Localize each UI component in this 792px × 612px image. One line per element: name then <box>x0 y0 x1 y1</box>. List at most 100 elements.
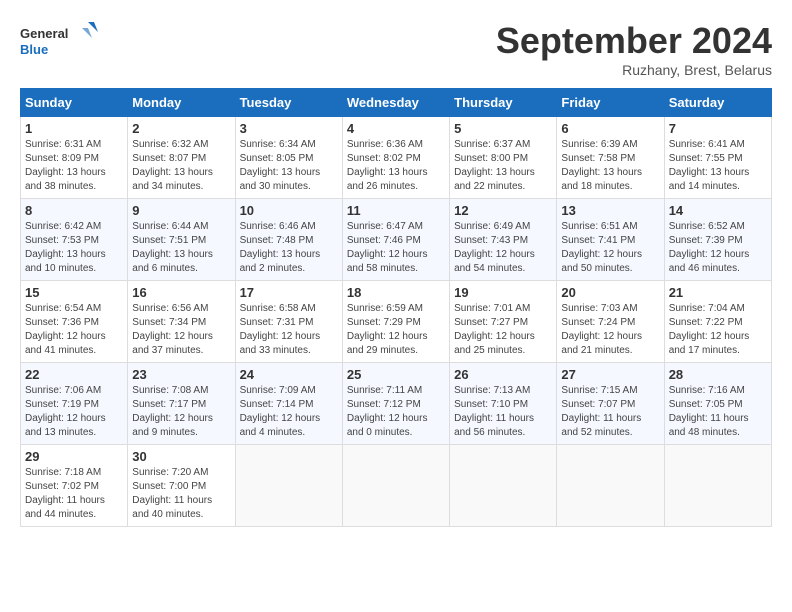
day-number: 15 <box>25 285 123 300</box>
day-info: Sunrise: 6:31 AM Sunset: 8:09 PM Dayligh… <box>25 138 123 194</box>
calendar-day-cell: 6 Sunrise: 6:39 AM Sunset: 7:58 PM Dayli… <box>557 117 664 199</box>
day-info: Sunrise: 6:52 AM Sunset: 7:39 PM Dayligh… <box>669 220 767 276</box>
day-info: Sunrise: 6:47 AM Sunset: 7:46 PM Dayligh… <box>347 220 445 276</box>
calendar-day-cell: 8 Sunrise: 6:42 AM Sunset: 7:53 PM Dayli… <box>21 199 128 281</box>
day-info: Sunrise: 6:49 AM Sunset: 7:43 PM Dayligh… <box>454 220 552 276</box>
calendar-day-cell: 4 Sunrise: 6:36 AM Sunset: 8:02 PM Dayli… <box>342 117 449 199</box>
calendar-day-cell <box>450 445 557 527</box>
calendar-week-row: 8 Sunrise: 6:42 AM Sunset: 7:53 PM Dayli… <box>21 199 772 281</box>
col-saturday: Saturday <box>664 89 771 117</box>
calendar-header-row: Sunday Monday Tuesday Wednesday Thursday… <box>21 89 772 117</box>
day-number: 24 <box>240 367 338 382</box>
day-info: Sunrise: 7:06 AM Sunset: 7:19 PM Dayligh… <box>25 384 123 440</box>
day-info: Sunrise: 6:56 AM Sunset: 7:34 PM Dayligh… <box>132 302 230 358</box>
day-info: Sunrise: 7:15 AM Sunset: 7:07 PM Dayligh… <box>561 384 659 440</box>
col-wednesday: Wednesday <box>342 89 449 117</box>
day-info: Sunrise: 6:37 AM Sunset: 8:00 PM Dayligh… <box>454 138 552 194</box>
calendar-day-cell <box>664 445 771 527</box>
calendar-day-cell: 17 Sunrise: 6:58 AM Sunset: 7:31 PM Dayl… <box>235 281 342 363</box>
day-info: Sunrise: 7:13 AM Sunset: 7:10 PM Dayligh… <box>454 384 552 440</box>
day-number: 18 <box>347 285 445 300</box>
day-info: Sunrise: 7:18 AM Sunset: 7:02 PM Dayligh… <box>25 466 123 522</box>
calendar-day-cell: 11 Sunrise: 6:47 AM Sunset: 7:46 PM Dayl… <box>342 199 449 281</box>
calendar-day-cell: 21 Sunrise: 7:04 AM Sunset: 7:22 PM Dayl… <box>664 281 771 363</box>
day-number: 28 <box>669 367 767 382</box>
day-info: Sunrise: 6:41 AM Sunset: 7:55 PM Dayligh… <box>669 138 767 194</box>
page-header: General Blue September 2024 Ruzhany, Bre… <box>20 20 772 78</box>
day-number: 12 <box>454 203 552 218</box>
calendar-day-cell <box>235 445 342 527</box>
day-number: 14 <box>669 203 767 218</box>
day-number: 25 <box>347 367 445 382</box>
day-number: 5 <box>454 121 552 136</box>
day-number: 4 <box>347 121 445 136</box>
day-number: 16 <box>132 285 230 300</box>
day-number: 2 <box>132 121 230 136</box>
col-thursday: Thursday <box>450 89 557 117</box>
calendar-day-cell: 22 Sunrise: 7:06 AM Sunset: 7:19 PM Dayl… <box>21 363 128 445</box>
day-info: Sunrise: 7:04 AM Sunset: 7:22 PM Dayligh… <box>669 302 767 358</box>
day-number: 21 <box>669 285 767 300</box>
day-number: 8 <box>25 203 123 218</box>
title-area: September 2024 Ruzhany, Brest, Belarus <box>496 20 772 78</box>
calendar-week-row: 15 Sunrise: 6:54 AM Sunset: 7:36 PM Dayl… <box>21 281 772 363</box>
day-info: Sunrise: 7:08 AM Sunset: 7:17 PM Dayligh… <box>132 384 230 440</box>
calendar-day-cell <box>342 445 449 527</box>
day-number: 10 <box>240 203 338 218</box>
svg-text:Blue: Blue <box>20 42 48 57</box>
day-info: Sunrise: 6:54 AM Sunset: 7:36 PM Dayligh… <box>25 302 123 358</box>
calendar-day-cell: 18 Sunrise: 6:59 AM Sunset: 7:29 PM Dayl… <box>342 281 449 363</box>
calendar-day-cell: 9 Sunrise: 6:44 AM Sunset: 7:51 PM Dayli… <box>128 199 235 281</box>
day-info: Sunrise: 6:44 AM Sunset: 7:51 PM Dayligh… <box>132 220 230 276</box>
calendar-day-cell: 10 Sunrise: 6:46 AM Sunset: 7:48 PM Dayl… <box>235 199 342 281</box>
calendar-table: Sunday Monday Tuesday Wednesday Thursday… <box>20 88 772 527</box>
day-number: 9 <box>132 203 230 218</box>
day-info: Sunrise: 7:20 AM Sunset: 7:00 PM Dayligh… <box>132 466 230 522</box>
location-subtitle: Ruzhany, Brest, Belarus <box>496 62 772 78</box>
day-number: 29 <box>25 449 123 464</box>
calendar-day-cell: 29 Sunrise: 7:18 AM Sunset: 7:02 PM Dayl… <box>21 445 128 527</box>
calendar-day-cell: 14 Sunrise: 6:52 AM Sunset: 7:39 PM Dayl… <box>664 199 771 281</box>
calendar-day-cell: 5 Sunrise: 6:37 AM Sunset: 8:00 PM Dayli… <box>450 117 557 199</box>
calendar-day-cell: 30 Sunrise: 7:20 AM Sunset: 7:00 PM Dayl… <box>128 445 235 527</box>
day-number: 23 <box>132 367 230 382</box>
day-info: Sunrise: 6:42 AM Sunset: 7:53 PM Dayligh… <box>25 220 123 276</box>
calendar-week-row: 1 Sunrise: 6:31 AM Sunset: 8:09 PM Dayli… <box>21 117 772 199</box>
day-info: Sunrise: 6:51 AM Sunset: 7:41 PM Dayligh… <box>561 220 659 276</box>
day-info: Sunrise: 7:11 AM Sunset: 7:12 PM Dayligh… <box>347 384 445 440</box>
calendar-day-cell: 13 Sunrise: 6:51 AM Sunset: 7:41 PM Dayl… <box>557 199 664 281</box>
day-info: Sunrise: 7:03 AM Sunset: 7:24 PM Dayligh… <box>561 302 659 358</box>
calendar-day-cell: 15 Sunrise: 6:54 AM Sunset: 7:36 PM Dayl… <box>21 281 128 363</box>
day-info: Sunrise: 6:32 AM Sunset: 8:07 PM Dayligh… <box>132 138 230 194</box>
month-title: September 2024 <box>496 20 772 62</box>
col-friday: Friday <box>557 89 664 117</box>
day-info: Sunrise: 6:59 AM Sunset: 7:29 PM Dayligh… <box>347 302 445 358</box>
calendar-day-cell: 3 Sunrise: 6:34 AM Sunset: 8:05 PM Dayli… <box>235 117 342 199</box>
calendar-day-cell: 27 Sunrise: 7:15 AM Sunset: 7:07 PM Dayl… <box>557 363 664 445</box>
calendar-week-row: 29 Sunrise: 7:18 AM Sunset: 7:02 PM Dayl… <box>21 445 772 527</box>
logo: General Blue <box>20 20 100 65</box>
calendar-day-cell: 7 Sunrise: 6:41 AM Sunset: 7:55 PM Dayli… <box>664 117 771 199</box>
calendar-day-cell: 19 Sunrise: 7:01 AM Sunset: 7:27 PM Dayl… <box>450 281 557 363</box>
day-info: Sunrise: 6:58 AM Sunset: 7:31 PM Dayligh… <box>240 302 338 358</box>
col-tuesday: Tuesday <box>235 89 342 117</box>
calendar-day-cell <box>557 445 664 527</box>
col-monday: Monday <box>128 89 235 117</box>
calendar-day-cell: 28 Sunrise: 7:16 AM Sunset: 7:05 PM Dayl… <box>664 363 771 445</box>
day-info: Sunrise: 6:36 AM Sunset: 8:02 PM Dayligh… <box>347 138 445 194</box>
day-number: 1 <box>25 121 123 136</box>
calendar-day-cell: 24 Sunrise: 7:09 AM Sunset: 7:14 PM Dayl… <box>235 363 342 445</box>
day-number: 26 <box>454 367 552 382</box>
day-number: 30 <box>132 449 230 464</box>
day-number: 27 <box>561 367 659 382</box>
calendar-day-cell: 25 Sunrise: 7:11 AM Sunset: 7:12 PM Dayl… <box>342 363 449 445</box>
day-number: 13 <box>561 203 659 218</box>
day-info: Sunrise: 6:46 AM Sunset: 7:48 PM Dayligh… <box>240 220 338 276</box>
day-number: 7 <box>669 121 767 136</box>
calendar-week-row: 22 Sunrise: 7:06 AM Sunset: 7:19 PM Dayl… <box>21 363 772 445</box>
day-info: Sunrise: 7:16 AM Sunset: 7:05 PM Dayligh… <box>669 384 767 440</box>
day-number: 19 <box>454 285 552 300</box>
day-number: 22 <box>25 367 123 382</box>
day-number: 17 <box>240 285 338 300</box>
svg-text:General: General <box>20 26 68 41</box>
